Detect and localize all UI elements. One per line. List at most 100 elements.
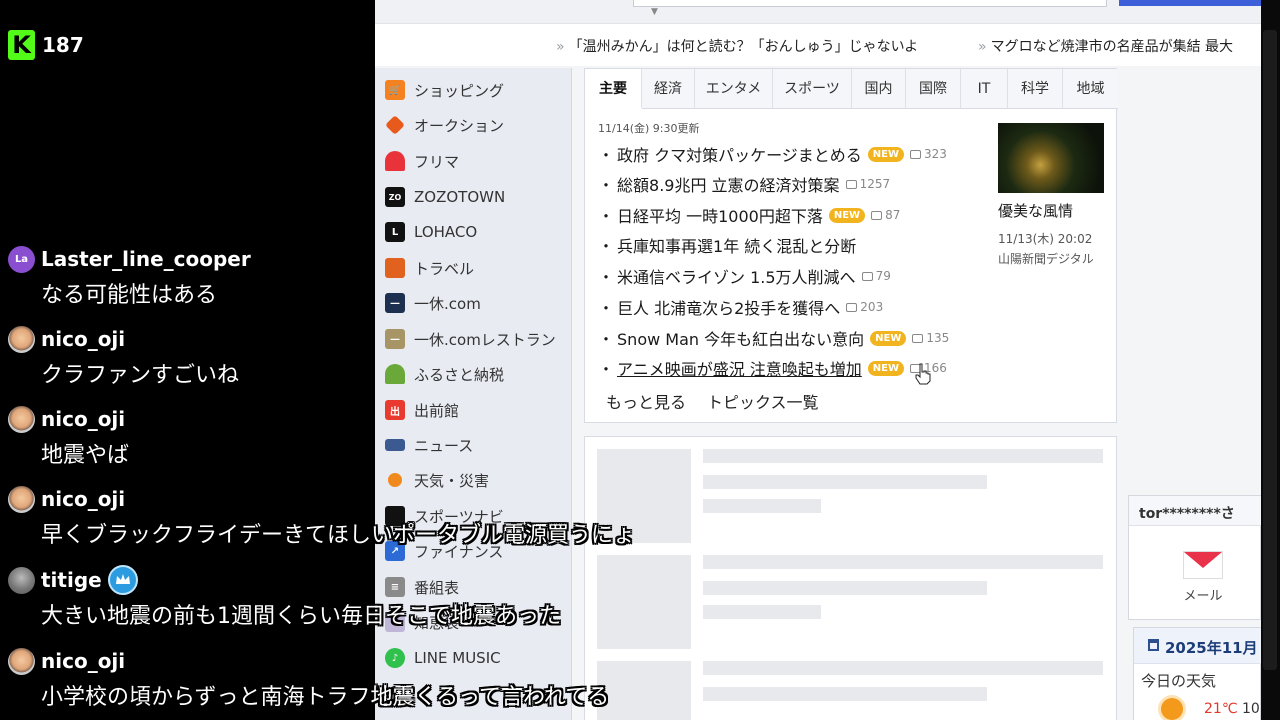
zozo-icon: ZO bbox=[385, 187, 405, 207]
search-input[interactable] bbox=[633, 0, 1107, 7]
comment-count[interactable]: 1257 bbox=[845, 177, 890, 191]
headline-item[interactable]: ・巨人 北浦竜次ら2投手を獲得へ 203 bbox=[598, 296, 883, 318]
chat-username[interactable]: Laster_line_cooper bbox=[41, 247, 251, 271]
chat-message: titige 大きい地震の前も1週間くらい毎日そこで地震あった bbox=[8, 565, 561, 630]
comment-bubble-icon bbox=[910, 149, 922, 159]
news-panel: 主要 経済 エンタメ スポーツ 国内 国際 IT 科学 地域 11/14(金) … bbox=[584, 68, 1118, 423]
tab-economy[interactable]: 経済 bbox=[642, 69, 695, 109]
headline-item[interactable]: ・総額8.9兆円 立憲の経済対策案 1257 bbox=[598, 173, 890, 195]
ticker-item[interactable]: » マグロなど焼津市の名産品が集結 最大 bbox=[978, 36, 1233, 56]
placeholder-block bbox=[597, 661, 691, 720]
tab-local[interactable]: 地域 bbox=[1063, 69, 1118, 109]
comment-count[interactable]: 135 bbox=[912, 331, 949, 345]
chat-message: nico_oji 早くブラックフライデーきてほしいポータブル電源買うにょ bbox=[8, 484, 635, 549]
tab-it[interactable]: IT bbox=[961, 69, 1008, 109]
service-item[interactable]: トラベル bbox=[385, 254, 474, 282]
mail-label[interactable]: メール bbox=[1183, 585, 1223, 604]
furusato-icon bbox=[385, 364, 405, 384]
service-item[interactable]: オークション bbox=[385, 111, 504, 139]
tab-entertainment[interactable]: エンタメ bbox=[695, 69, 773, 109]
headline-item[interactable]: ・日経平均 一時1000円超下落 NEW 87 bbox=[598, 204, 900, 226]
chevron-down-icon[interactable]: ▼ bbox=[651, 7, 658, 17]
headline-text[interactable]: Snow Man 今年も紅白出ない意向 bbox=[617, 326, 864, 350]
flea-market-icon bbox=[385, 151, 405, 171]
headline-text[interactable]: 日経平均 一時1000円超下落 bbox=[617, 203, 823, 227]
weather-low-temp: 10 bbox=[1242, 701, 1260, 717]
service-item[interactable]: 出出前館 bbox=[385, 396, 459, 424]
service-item[interactable]: フリマ bbox=[385, 147, 459, 175]
weather-today-label: 今日の天気 bbox=[1141, 672, 1217, 690]
comment-bubble-icon bbox=[861, 271, 873, 281]
headline-text[interactable]: 兵庫知事再選1年 続く混乱と分断 bbox=[617, 233, 856, 257]
service-item[interactable]: L LOHACO bbox=[385, 218, 477, 246]
bullet: ・ bbox=[598, 299, 615, 318]
headline-text[interactable]: 巨人 北浦竜次ら2投手を獲得へ bbox=[617, 295, 840, 319]
placeholder-line bbox=[703, 555, 1103, 569]
service-item[interactable]: ふるさと納税 bbox=[385, 360, 504, 388]
service-item[interactable]: — 一休.com bbox=[385, 289, 481, 317]
mail-icon[interactable] bbox=[1183, 551, 1223, 579]
demaekan-icon: 出 bbox=[385, 400, 405, 420]
headline-item[interactable]: ・ Snow Man 今年も紅白出ない意向 NEW 135 bbox=[598, 327, 949, 349]
tab-main[interactable]: 主要 bbox=[585, 69, 642, 109]
topic-ticker: » 「温州みかん」は何と読む？「おんしゅう」じゃないよ » マグロなど焼津市の名産品… bbox=[375, 24, 1261, 66]
chat-username[interactable]: nico_oji bbox=[41, 407, 125, 431]
headline-text[interactable]: アニメ映画が盛況 注意喚起も増加 bbox=[617, 356, 862, 380]
loading-placeholder bbox=[584, 436, 1117, 720]
headline-item[interactable]: ・政府 クマ対策パッケージまとめる NEW 323 bbox=[598, 143, 947, 165]
comment-count[interactable]: 323 bbox=[910, 147, 947, 161]
service-item[interactable]: ニュース bbox=[385, 431, 473, 459]
service-item[interactable]: 🛒 ショッピング bbox=[385, 76, 504, 104]
new-badge: NEW bbox=[867, 360, 905, 376]
comment-count[interactable]: 87 bbox=[871, 208, 900, 222]
viewer-counter: K 187 bbox=[8, 30, 84, 60]
headline-item[interactable]: ・アニメ映画が盛況 注意喚起も増加 NEW 166 bbox=[598, 357, 947, 379]
placeholder-line bbox=[703, 499, 821, 513]
lohaco-icon: L bbox=[385, 222, 405, 242]
placeholder-line bbox=[703, 449, 1103, 463]
news-icon bbox=[385, 439, 405, 451]
headline-text[interactable]: 米通信ベライゾン 1.5万人削減へ bbox=[617, 264, 856, 288]
tab-science[interactable]: 科学 bbox=[1008, 69, 1063, 109]
weather-card: 2025年11月 今日の天気 21℃ 10 bbox=[1133, 627, 1261, 720]
service-item[interactable]: — 一休.comレストラン bbox=[385, 325, 556, 353]
comment-count[interactable]: 203 bbox=[846, 300, 883, 314]
tab-sports[interactable]: スポーツ bbox=[773, 69, 852, 109]
updated-time: 11/14(金) 9:30更新 bbox=[598, 122, 700, 135]
pickup-photo[interactable] bbox=[998, 123, 1104, 193]
topics-list-link[interactable]: トピックス一覧 bbox=[707, 389, 819, 413]
chat-message: nico_oji 小学校の頃からずっと南海トラフ地震くるって言われてる bbox=[8, 646, 609, 711]
account-card: tor********さ メール bbox=[1128, 495, 1261, 620]
chat-username[interactable]: nico_oji bbox=[41, 487, 125, 511]
headline-item[interactable]: ・米通信ベライゾン 1.5万人削減へ 79 bbox=[598, 265, 891, 287]
account-name[interactable]: tor********さ bbox=[1139, 503, 1235, 523]
ticker-item[interactable]: » 「温州みかん」は何と読む？「おんしゅう」じゃないよ bbox=[556, 36, 918, 56]
avatar bbox=[8, 647, 35, 675]
more-link[interactable]: もっと見る bbox=[606, 389, 686, 413]
headline-text[interactable]: 政府 クマ対策パッケージまとめる bbox=[617, 142, 862, 166]
chat-username[interactable]: titige bbox=[41, 568, 102, 592]
chat-username[interactable]: nico_oji bbox=[41, 649, 125, 673]
comment-count[interactable]: 79 bbox=[861, 269, 891, 283]
new-badge: NEW bbox=[867, 146, 905, 162]
comment-bubble-icon bbox=[912, 333, 924, 343]
pickup-source: 山陽新聞デジタル bbox=[998, 252, 1094, 266]
tab-domestic[interactable]: 国内 bbox=[852, 69, 906, 109]
placeholder-line bbox=[703, 605, 821, 619]
service-item[interactable]: ZO ZOZOTOWN bbox=[385, 183, 505, 211]
news-tabs: 主要 経済 エンタメ スポーツ 国内 国際 IT 科学 地域 bbox=[585, 69, 1118, 109]
new-badge: NEW bbox=[828, 207, 866, 223]
headline-text[interactable]: 総額8.9兆円 立憲の経済対策案 bbox=[617, 172, 840, 196]
calendar-icon bbox=[1148, 639, 1159, 651]
avatar bbox=[8, 325, 35, 353]
bullet: ・ bbox=[598, 146, 615, 165]
scrollbar-thumb[interactable] bbox=[1263, 30, 1277, 670]
comment-bubble-icon bbox=[871, 210, 883, 220]
bullet: ・ bbox=[598, 330, 615, 349]
chat-username[interactable]: nico_oji bbox=[41, 327, 125, 351]
search-button[interactable] bbox=[1119, 0, 1261, 6]
tab-international[interactable]: 国際 bbox=[906, 69, 961, 109]
headline-item[interactable]: ・兵庫知事再選1年 続く混乱と分断 bbox=[598, 234, 856, 256]
chat-text: クラファンすごいね bbox=[41, 363, 240, 388]
pickup-title[interactable]: 優美な風情 bbox=[998, 200, 1073, 221]
